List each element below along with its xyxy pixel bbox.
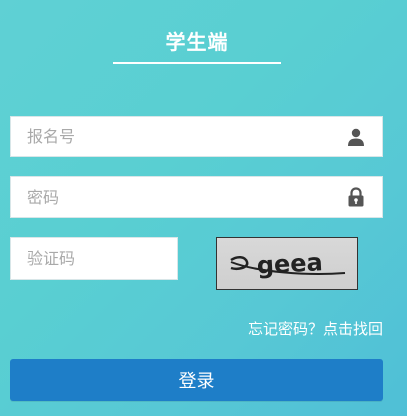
password-input[interactable]	[11, 177, 382, 217]
captcha-field[interactable]	[10, 237, 178, 280]
user-icon	[346, 127, 366, 147]
lock-icon	[346, 187, 366, 207]
page-title: 学生端	[165, 30, 229, 54]
captcha-text: geea	[256, 248, 323, 279]
password-field[interactable]	[10, 176, 383, 218]
title-underline	[113, 62, 281, 64]
username-input[interactable]	[11, 117, 382, 156]
forgot-password-link[interactable]: 忘记密码？点击找回	[248, 318, 383, 339]
login-button[interactable]: 登录	[10, 359, 383, 401]
username-field[interactable]	[10, 116, 383, 157]
captcha-input[interactable]	[11, 238, 177, 279]
captcha-image[interactable]: geea	[216, 237, 358, 290]
